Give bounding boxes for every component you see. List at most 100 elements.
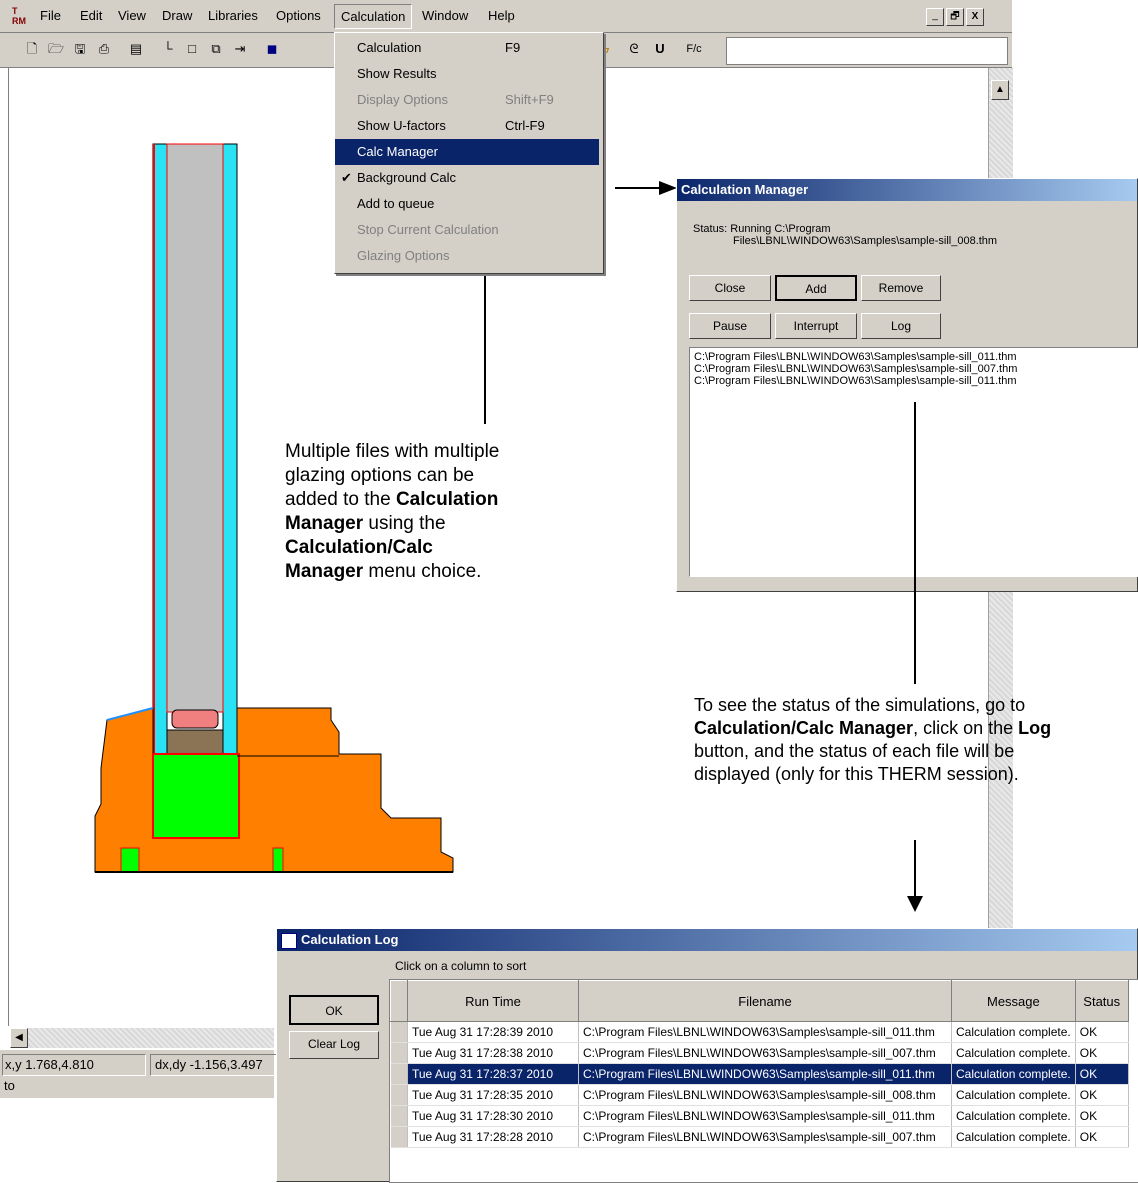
table-row-selected[interactable]: Tue Aug 31 17:28:37 2010 C:\Program File… (390, 1063, 1129, 1085)
therm-app-icon[interactable]: T RM (12, 6, 32, 26)
cell-filename: C:\Program Files\LBNL\WINDOW63\Samples\s… (578, 1042, 952, 1064)
column-header-filename[interactable]: Filename (578, 980, 952, 1022)
menu-item-show-results[interactable]: Show Results (335, 61, 599, 87)
column-header-message[interactable]: Message (951, 980, 1076, 1022)
remove-button[interactable]: Remove (861, 275, 941, 301)
cell-run-time: Tue Aug 31 17:28:38 2010 (407, 1042, 579, 1064)
u-factor-icon[interactable]: U (652, 41, 668, 57)
cell-status: OK (1075, 1084, 1129, 1106)
menu-item-add-to-queue[interactable]: Add to queue (335, 191, 599, 217)
add-button[interactable]: Add (775, 275, 857, 301)
log-button[interactable]: Log (861, 313, 941, 339)
list-item[interactable]: C:\Program Files\LBNL\WINDOW63\Samples\s… (694, 375, 1134, 387)
table-row[interactable]: Tue Aug 31 17:28:28 2010 C:\Program File… (390, 1126, 1129, 1148)
cell-message: Calculation complete. (951, 1084, 1076, 1106)
menu-item-calc-manager[interactable]: Calc Manager (335, 139, 599, 165)
calc-manager-status: Status: Running C:\Program Files\LBNL\WI… (693, 223, 998, 247)
drain-right (272, 847, 284, 873)
column-header-run-time[interactable]: Run Time (407, 980, 579, 1022)
menu-item-stop-calculation[interactable]: Stop Current Calculation (335, 217, 599, 243)
temperature-units-icon[interactable]: F/c (686, 41, 702, 57)
row-header (390, 1042, 408, 1064)
open-folder-icon[interactable]: 🗁 (48, 41, 64, 57)
table-row[interactable]: Tue Aug 31 17:28:38 2010 C:\Program File… (390, 1042, 1129, 1064)
save-icon[interactable]: 🖫 (72, 41, 88, 57)
table-row[interactable]: Tue Aug 31 17:28:39 2010 C:\Program File… (390, 1021, 1129, 1043)
status-xy: x,y 1.768,4.810 (2, 1054, 146, 1076)
boundary-icon[interactable]: ◼ (264, 41, 280, 57)
horizontal-scrollbar[interactable] (28, 1028, 274, 1048)
glass-pane-right (222, 143, 238, 793)
cell-filename: C:\Program Files\LBNL\WINDOW63\Samples\s… (578, 1105, 952, 1127)
calculation-menu: Calculation F9 Show Results Display Optio… (334, 32, 604, 274)
edge-seal (171, 709, 219, 729)
cell-message: Calculation complete. (951, 1126, 1076, 1148)
polyline-icon[interactable]: └ (160, 41, 176, 57)
menu-bar: T RM File Edit View Draw Libraries Option… (0, 0, 1012, 33)
cell-run-time: Tue Aug 31 17:28:37 2010 (407, 1063, 579, 1085)
annotation-calc-manager: Multiple files with multiple glazing opt… (285, 441, 500, 582)
status-dxdy: dx,dy -1.156,3.497 (150, 1054, 279, 1076)
menu-help[interactable]: Help (488, 8, 515, 23)
cell-run-time: Tue Aug 31 17:28:28 2010 (407, 1126, 579, 1148)
close-manager-button[interactable]: Close (689, 275, 771, 301)
copy-shape-icon[interactable]: ⧉ (208, 41, 224, 57)
menu-file[interactable]: File (40, 8, 61, 23)
list-item[interactable]: C:\Program Files\LBNL\WINDOW63\Samples\s… (694, 351, 1134, 363)
properties-icon[interactable]: ▤ (128, 41, 144, 57)
clear-log-button[interactable]: Clear Log (289, 1031, 379, 1059)
toolbar-combobox[interactable] (726, 37, 1008, 65)
scroll-up-button[interactable]: ▲ (991, 80, 1009, 100)
rectangle-icon[interactable]: □ (184, 41, 200, 57)
menu-calculation[interactable]: Calculation (334, 4, 413, 29)
menu-item-calculation[interactable]: Calculation F9 (335, 35, 599, 61)
cell-message: Calculation complete. (951, 1105, 1076, 1127)
menu-item-show-u-factors[interactable]: Show U-factors Ctrl-F9 (335, 113, 599, 139)
list-item[interactable]: C:\Program Files\LBNL\WINDOW63\Samples\s… (694, 363, 1134, 375)
menu-options[interactable]: Options (276, 8, 321, 23)
log-table[interactable]: Run Time Filename Message Status Tue Aug… (390, 980, 1129, 1148)
sort-hint: Click on a column to sort (395, 959, 527, 973)
row-header (390, 1084, 408, 1106)
cell-run-time: Tue Aug 31 17:28:35 2010 (407, 1084, 579, 1106)
table-row[interactable]: Tue Aug 31 17:28:35 2010 C:\Program File… (390, 1084, 1129, 1106)
arrow-head-2 (659, 181, 677, 195)
menu-item-background-calc[interactable]: ✔ Background Calc (335, 165, 599, 191)
minimize-button[interactable]: _ (926, 8, 944, 26)
menu-view[interactable]: View (118, 8, 146, 23)
interrupt-button[interactable]: Interrupt (775, 313, 857, 339)
check-icon: ✔ (341, 170, 352, 185)
calc-manager-title: Calculation Manager (677, 179, 1137, 201)
frame-main (94, 707, 454, 873)
new-file-icon[interactable]: 🗋 (24, 41, 40, 57)
column-header-status[interactable]: Status (1074, 980, 1129, 1022)
table-row[interactable]: Tue Aug 31 17:28:30 2010 C:\Program File… (390, 1105, 1129, 1127)
menu-window[interactable]: Window (422, 8, 468, 23)
row-header (390, 1063, 408, 1085)
calc-queue-list[interactable]: C:\Program Files\LBNL\WINDOW63\Samples\s… (689, 347, 1138, 577)
menu-item-display-options[interactable]: Display Options Shift+F9 (335, 87, 599, 113)
cell-message: Calculation complete. (951, 1042, 1076, 1064)
scroll-left-button[interactable]: ◀ (10, 1028, 28, 1048)
cell-message: Calculation complete. (951, 1021, 1076, 1043)
menu-item-glazing-options[interactable]: Glazing Options (335, 243, 599, 269)
cell-status: OK (1075, 1063, 1129, 1085)
row-header (390, 1105, 408, 1127)
menu-libraries[interactable]: Libraries (208, 8, 258, 23)
pause-button[interactable]: Pause (689, 313, 771, 339)
ok-button[interactable]: OK (289, 995, 379, 1025)
drain-left (120, 847, 140, 873)
restore-button[interactable]: 🗗 (946, 8, 964, 26)
flux-icon[interactable]: ᘓ (626, 41, 642, 57)
print-icon[interactable]: ⎙ (96, 41, 112, 57)
cell-status: OK (1075, 1105, 1129, 1127)
cell-run-time: Tue Aug 31 17:28:39 2010 (407, 1021, 579, 1043)
menu-edit[interactable]: Edit (80, 8, 102, 23)
log-table-container: Run Time Filename Message Status Tue Aug… (389, 979, 1138, 1183)
locate-icon[interactable]: ⇥ (232, 41, 248, 57)
close-button[interactable]: X (966, 8, 984, 26)
spacer-brown (166, 729, 224, 755)
menu-draw[interactable]: Draw (162, 8, 192, 23)
cell-status: OK (1075, 1021, 1129, 1043)
cell-status: OK (1075, 1042, 1129, 1064)
